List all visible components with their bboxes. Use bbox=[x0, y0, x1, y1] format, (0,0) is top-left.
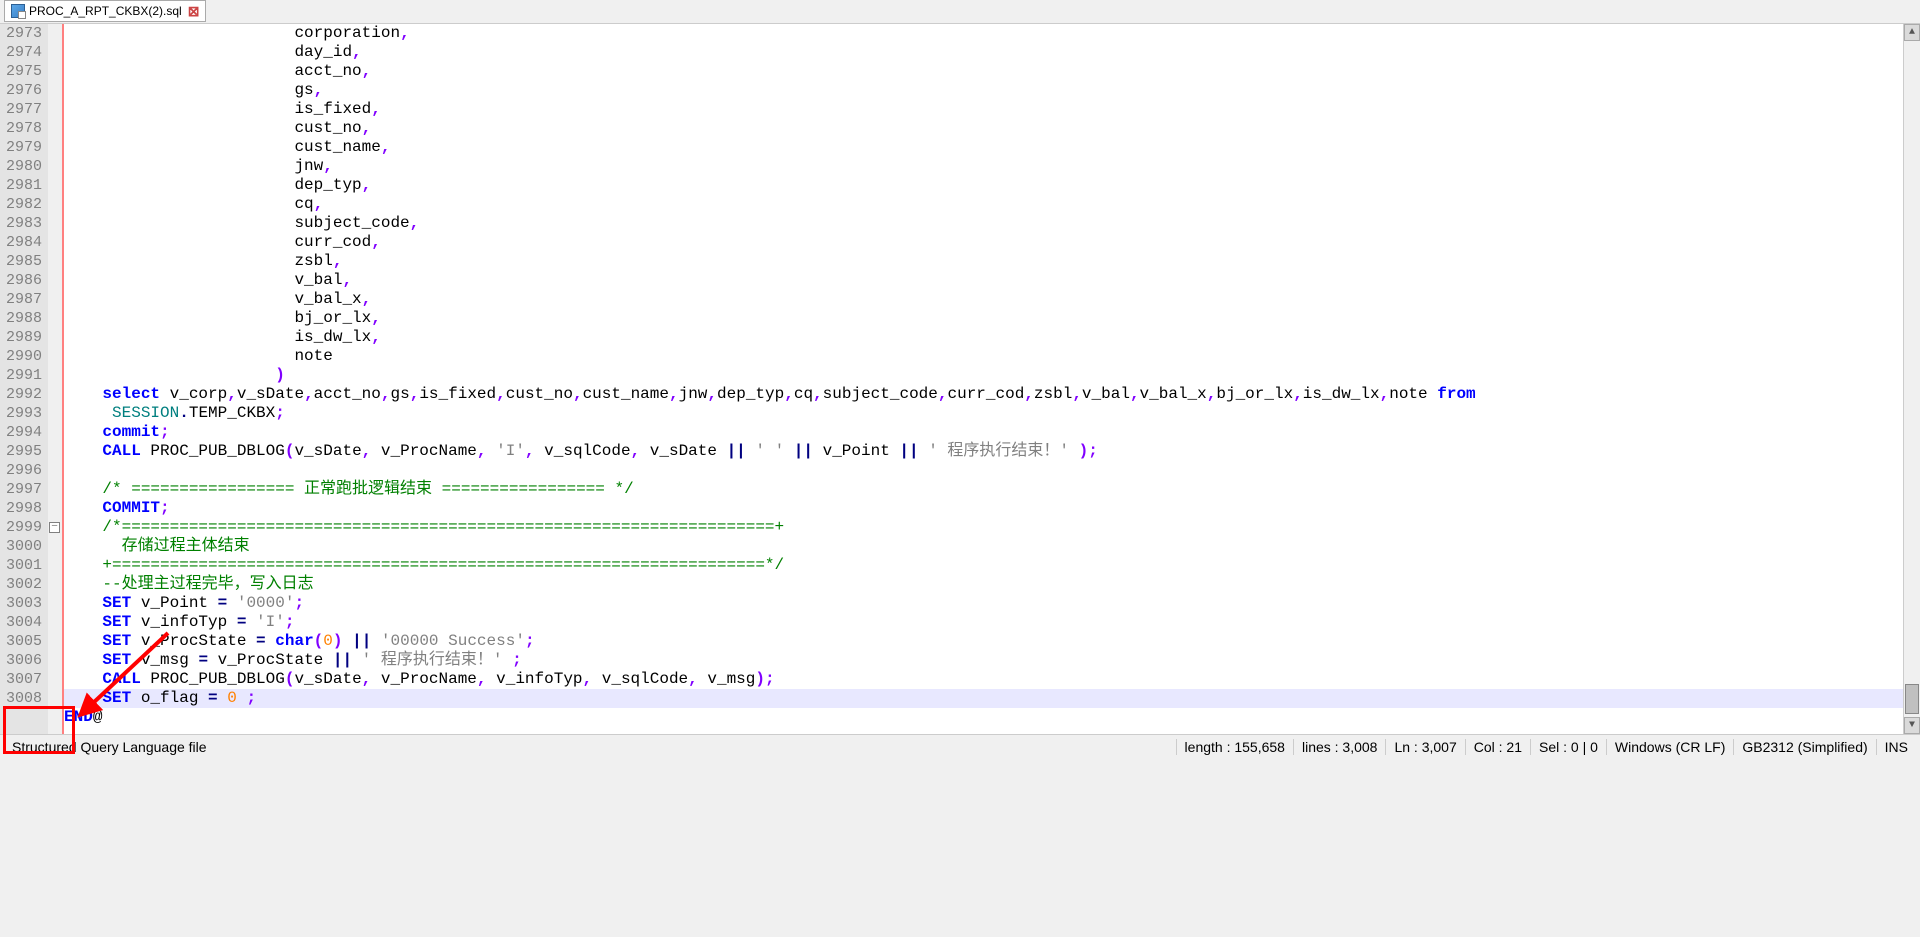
status-eol[interactable]: Windows (CR LF) bbox=[1606, 739, 1733, 755]
code-area[interactable]: corporation, day_id, acct_no, gs, is_fix… bbox=[64, 24, 1903, 734]
scroll-up-button[interactable]: ▲ bbox=[1904, 24, 1920, 41]
tab-bar: PROC_A_RPT_CKBX(2).sql ⊠ bbox=[0, 0, 1920, 24]
status-ins[interactable]: INS bbox=[1876, 739, 1916, 755]
file-icon bbox=[11, 4, 25, 18]
tab-filename: PROC_A_RPT_CKBX(2).sql bbox=[29, 4, 182, 18]
status-bar: Structured Query Language file length : … bbox=[0, 734, 1920, 758]
fold-column[interactable]: − bbox=[48, 24, 62, 734]
editor[interactable]: 2973297429752976297729782979298029812982… bbox=[0, 24, 1920, 734]
close-icon[interactable]: ⊠ bbox=[188, 3, 200, 20]
status-filetype: Structured Query Language file bbox=[4, 739, 1176, 755]
file-tab[interactable]: PROC_A_RPT_CKBX(2).sql ⊠ bbox=[4, 0, 206, 22]
status-ln: Ln : 3,007 bbox=[1385, 739, 1464, 755]
vertical-scrollbar[interactable]: ▲ ▼ bbox=[1903, 24, 1920, 734]
status-sel: Sel : 0 | 0 bbox=[1530, 739, 1606, 755]
scroll-down-button[interactable]: ▼ bbox=[1904, 717, 1920, 734]
status-col: Col : 21 bbox=[1465, 739, 1530, 755]
line-gutter: 2973297429752976297729782979298029812982… bbox=[0, 24, 48, 734]
status-encoding[interactable]: GB2312 (Simplified) bbox=[1733, 739, 1875, 755]
status-length: length : 155,658 bbox=[1176, 739, 1293, 755]
scroll-thumb[interactable] bbox=[1905, 684, 1919, 714]
status-lines: lines : 3,008 bbox=[1293, 739, 1386, 755]
